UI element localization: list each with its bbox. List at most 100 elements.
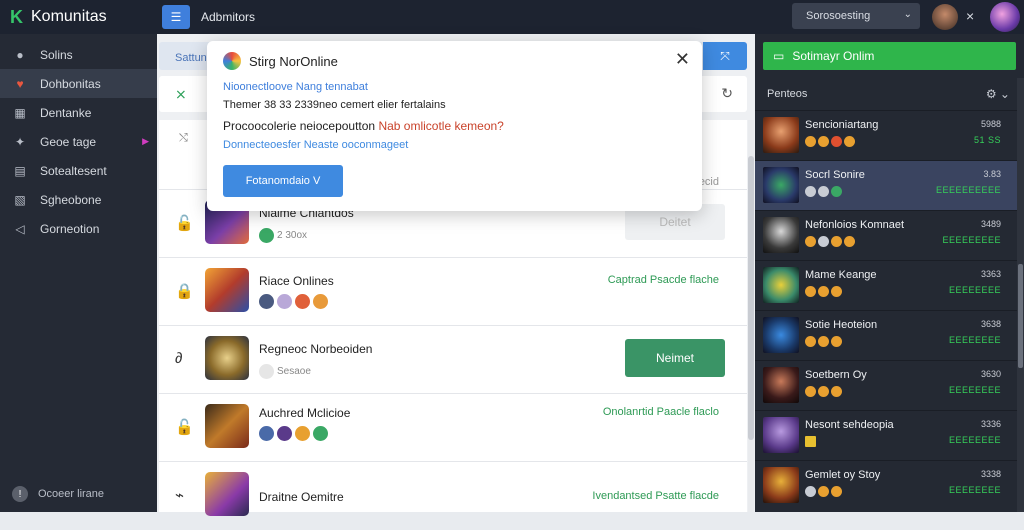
- row-meta: [259, 426, 328, 441]
- friend-item[interactable]: Sotie Heoteion 3638 EEEEEEEE: [755, 310, 1017, 360]
- friend-name: Socrl Sonire: [805, 169, 865, 181]
- popup-question: Procoocolerie neiocepoutton Nab omlicotl…: [223, 119, 504, 133]
- popup-text: Themer 38 33 2339neo cemert elier fertal…: [223, 99, 446, 111]
- list-icon: ☰: [170, 10, 182, 24]
- avatar[interactable]: [932, 4, 958, 30]
- close-icon[interactable]: ✕: [675, 49, 690, 70]
- avatar: [313, 294, 328, 309]
- friend-item[interactable]: Socrl Sonire 3.83 EEEEEEEEEE: [755, 160, 1017, 210]
- search-dropdown[interactable]: Sorosoesting ⌄: [792, 3, 920, 29]
- sidebar-item-solins[interactable]: ● Solins: [0, 40, 157, 69]
- document-icon: ▤: [14, 163, 26, 178]
- friend-item[interactable]: Sencioniartang 5988 51 SS: [755, 110, 1017, 160]
- scrollbar-thumb[interactable]: [748, 156, 754, 440]
- brand-name: Komunitas: [31, 8, 107, 25]
- row-status: Onolanrtid Paacle flaclo: [602, 406, 719, 418]
- friend-status: EEEEEEEE: [948, 335, 1001, 345]
- friend-name: Gemlet oy Stoy: [805, 469, 881, 481]
- avatar: [259, 426, 274, 441]
- row-status: Captrad Psacde flache: [607, 274, 719, 286]
- row-meta-text: 2 30ox: [277, 230, 308, 241]
- online-status-label: Sotimayr Onlim: [792, 49, 875, 63]
- logo-icon: K: [10, 6, 23, 27]
- profile-avatar[interactable]: [990, 2, 1020, 32]
- friend-item[interactable]: Mame Keange 3363 EEEEEEEE: [755, 260, 1017, 310]
- avatar: [763, 217, 799, 253]
- filter-icon[interactable]: ⨯: [175, 86, 187, 103]
- avatar: [313, 426, 328, 441]
- row-name: Riace Onlines: [259, 274, 334, 288]
- table-row[interactable]: 🔓 Auchred Mclicioe Onolanrtid Paacle fla…: [159, 394, 747, 462]
- unlock-icon: ⌁: [175, 487, 185, 504]
- popup-link[interactable]: Nioonectloove Nang tennabat: [223, 81, 368, 93]
- friend-status: EEEEEEEEEE: [935, 185, 1001, 195]
- sidebar-item-geoe-tage[interactable]: ✦ Geoe tage ▶: [0, 127, 157, 156]
- row-meta: 2 30ox: [259, 228, 307, 243]
- chevron-down-icon: ⌄: [903, 9, 912, 20]
- popup-action-button[interactable]: Fotanomdaio V: [223, 165, 343, 197]
- friend-time: 3489: [980, 219, 1001, 229]
- sidebar-item-sotealtesent[interactable]: ▤ Sotealtesent: [0, 156, 157, 185]
- lock-icon: 🔒: [175, 283, 194, 300]
- table-row[interactable]: ⌁ Draitne Oemitre Ivendantsed Psatte fla…: [159, 462, 747, 530]
- friend-time: 3.83: [983, 169, 1001, 179]
- sidebar-item-label: Geoe tage: [40, 134, 97, 149]
- popup-title: Stirg NorOnline: [249, 54, 338, 69]
- main-header-label: Sattun: [175, 52, 207, 64]
- menu-button[interactable]: ☰: [162, 5, 190, 29]
- expand-button[interactable]: ⤧: [703, 42, 747, 70]
- friend-status: EEEEEEEE: [948, 485, 1001, 495]
- shield-icon: ♥: [16, 76, 24, 91]
- grid-icon: ▦: [14, 105, 26, 120]
- friend-badges: [805, 386, 842, 397]
- friend-item[interactable]: Soetbern Oy 3630 EEEEEEEE: [755, 360, 1017, 410]
- friend-name: Soetbern Oy: [805, 369, 867, 381]
- game-thumbnail: [205, 336, 249, 380]
- page-title: Adbmitors: [201, 10, 256, 24]
- table-row[interactable]: 🔒 Riace Onlines Captrad Psacde flache: [159, 258, 747, 326]
- friend-name: Sencioniartang: [805, 119, 879, 131]
- sidebar-item-label: Gorneotion: [40, 221, 100, 236]
- row-action-button[interactable]: Neimet: [625, 339, 725, 377]
- friend-badges: [805, 236, 855, 247]
- scrollbar-thumb[interactable]: [1018, 264, 1023, 368]
- popup-link[interactable]: Donnecteoesfer Neaste ooconmageet: [223, 139, 408, 151]
- scrollbar[interactable]: [748, 120, 754, 512]
- row-status: Ivendantsed Psatte flacde: [592, 490, 719, 502]
- friend-badges: [805, 436, 816, 447]
- brand[interactable]: K Komunitas: [0, 7, 157, 28]
- friend-badges: [805, 286, 842, 297]
- chevron-right-icon: ▶: [142, 136, 149, 146]
- users-icon: ●: [16, 47, 24, 62]
- refresh-icon[interactable]: ↻: [721, 85, 733, 102]
- settings-icon[interactable]: ⚙ ⌄: [986, 87, 1010, 101]
- avatar: [277, 426, 292, 441]
- friend-time: 3336: [980, 419, 1001, 429]
- status-dot: [259, 364, 274, 379]
- sidebar-item-label: Solins: [40, 47, 73, 62]
- sidebar: ● Solins ♥ Dohbonitas ▦ Dentanke ✦ Geoe …: [0, 34, 157, 512]
- close-icon[interactable]: ×: [966, 8, 974, 24]
- sidebar-item-gorneotion[interactable]: ◁ Gorneotion: [0, 214, 157, 243]
- sidebar-footer-label: Ocoeer lirane: [38, 488, 105, 500]
- friend-item[interactable]: Gemlet oy Stoy 3338 EEEEEEEE: [755, 460, 1017, 510]
- window-icon: ▭: [773, 49, 785, 63]
- gamepad-icon: ✦: [14, 134, 26, 149]
- sidebar-item-sgheobone[interactable]: ▧ Sgheobone: [0, 185, 157, 214]
- sidebar-footer[interactable]: ! Ocoeer lirane: [12, 486, 104, 502]
- table-row[interactable]: ∂ Regneoc Norbeoiden Sesaoe Neimet: [159, 326, 747, 394]
- friend-status: EEEEEEEE: [948, 435, 1001, 445]
- avatar: [763, 317, 799, 353]
- friend-item[interactable]: Nefonloios Komnaet 3489 EEEEEEEEE: [755, 210, 1017, 260]
- row-meta: [259, 294, 328, 309]
- sidebar-item-dohbonitas[interactable]: ♥ Dohbonitas: [0, 69, 157, 98]
- scrollbar[interactable]: [1017, 78, 1024, 512]
- popup-question-highlight: Nab omlicotle kemeon?: [378, 119, 504, 133]
- sidebar-item-dentanke[interactable]: ▦ Dentanke: [0, 98, 157, 127]
- friend-time: 3638: [980, 319, 1001, 329]
- online-status-button[interactable]: ▭ Sotimayr Onlim: [763, 42, 1016, 70]
- row-name: Auchred Mclicioe: [259, 406, 351, 420]
- friend-badges: [805, 186, 842, 197]
- sidebar-item-label: Dohbonitas: [40, 76, 101, 91]
- friend-item[interactable]: Nesont sehdeopia 3336 EEEEEEEE: [755, 410, 1017, 460]
